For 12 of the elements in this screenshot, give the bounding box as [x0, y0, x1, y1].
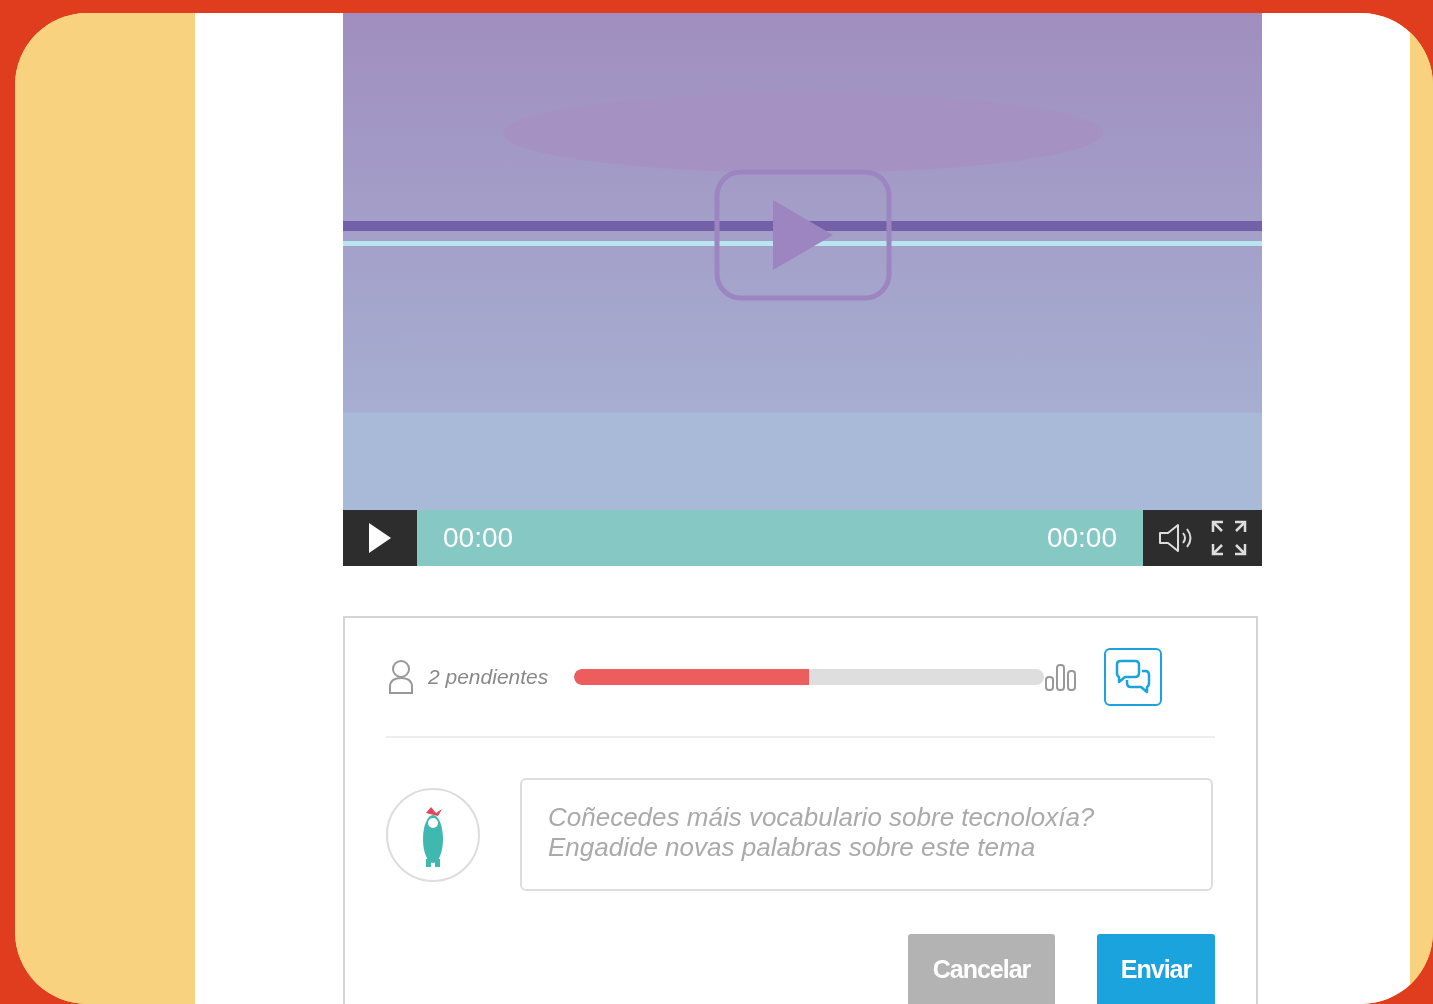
current-time: 00:00 — [443, 522, 514, 554]
fullscreen-icon[interactable] — [1209, 519, 1248, 557]
pending-count: 2 pendientes — [428, 665, 549, 689]
cancel-button[interactable]: Cancelar — [908, 934, 1055, 1004]
comment-field[interactable]: Coñecedes máis vocabulario sobre tecnoloxía? Engadide novas palabras sobre este tema — [520, 778, 1213, 891]
duration-time: 00:00 — [1046, 522, 1117, 554]
play-button[interactable] — [713, 168, 893, 302]
bar-chart-icon[interactable] — [1044, 662, 1079, 692]
send-button[interactable]: Enviar — [1097, 934, 1215, 1004]
play-icon[interactable] — [367, 521, 393, 555]
chat-button[interactable] — [1104, 648, 1163, 706]
person-icon — [388, 659, 414, 695]
